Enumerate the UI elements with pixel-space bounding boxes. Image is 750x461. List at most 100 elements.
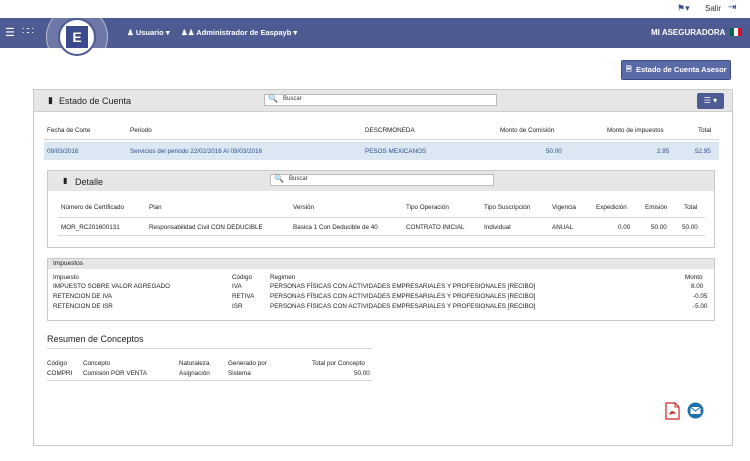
estado-cuenta-header: ▮ Estado de Cuenta 🔍 Buscar ☰ ▾ xyxy=(34,90,732,112)
cell-total: 50.00 xyxy=(682,224,698,231)
col-total[interactable]: Total xyxy=(698,127,711,134)
grid-icon[interactable]: ∷∷ xyxy=(22,26,34,37)
cell-regimen: PERSONAS FÍSICAS CON ACTIVIDADES EMPRESA… xyxy=(270,293,536,300)
cell-certificado: MOR_RC201600131 xyxy=(61,224,120,231)
cell-vigencia: ANUAL xyxy=(552,224,573,231)
cell-impuesto: IMPUESTO SOBRE VALOR AGREGADO xyxy=(53,283,170,290)
impuestos-header: Impuestos xyxy=(48,259,714,269)
col-codigo: Código xyxy=(232,274,252,281)
cell-monto: -5.00 xyxy=(693,303,708,310)
col-codigo: Código xyxy=(47,360,67,367)
estado-cuenta-panel: ▮ Estado de Cuenta 🔍 Buscar ☰ ▾ Fecha de… xyxy=(33,89,733,446)
top-bar: ⚑▾ Salir ⇥ xyxy=(0,0,750,18)
cell-regimen: PERSONAS FÍSICAS CON ACTIVIDADES EMPRESA… xyxy=(270,303,536,310)
cell-plan: Responsabilidad Civil CON DEDUCIBLE xyxy=(149,224,263,231)
cell-concepto: Comisión POR VENTA xyxy=(83,370,147,377)
cell-version: Basica 1 Con Deducible de 40 xyxy=(293,224,378,231)
cell-impuesto: RETENCION DE IVA xyxy=(53,293,113,300)
col-periodo[interactable]: Periodo xyxy=(130,127,152,134)
col-expedicion[interactable]: Expedición xyxy=(596,204,627,211)
company-name: MI ASEGURADORA xyxy=(651,28,726,37)
col-plan[interactable]: Plan xyxy=(149,204,162,211)
chart-icon: ▮ xyxy=(63,176,68,185)
col-concepto: Concepto xyxy=(83,360,110,367)
detalle-title: Detalle xyxy=(75,177,104,187)
resumen-title: Resumen de Conceptos xyxy=(47,334,144,344)
col-monto-comision[interactable]: Monto de Comisión xyxy=(500,127,554,134)
detalle-header: ▮ Detalle 🔍 Buscar xyxy=(48,171,714,191)
detalle-search-placeholder: Buscar xyxy=(289,176,308,182)
admin-menu-label: Administrador de Easpayb xyxy=(196,28,292,37)
user-menu-label: Usuario xyxy=(135,28,164,37)
company-logo[interactable]: E xyxy=(66,26,88,48)
logout-icon[interactable]: ⇥ xyxy=(728,2,736,13)
cell-codigo: IVA xyxy=(232,283,242,290)
cell-periodo: Servicios del periodo 22/02/2016 Al 09/0… xyxy=(130,148,262,155)
estado-cuenta-title: Estado de Cuenta xyxy=(59,96,132,106)
options-menu-button[interactable]: ☰ ▾ xyxy=(697,93,724,109)
cell-generado-por: Sistema xyxy=(228,370,251,377)
cell-codigo: ISR xyxy=(232,303,243,310)
divider xyxy=(58,235,705,236)
estado-cuenta-asesor-button[interactable]: 🗎 Estado de Cuenta Asesor xyxy=(621,60,731,80)
logout-link[interactable]: Salir xyxy=(705,4,721,13)
admin-menu[interactable]: ♟♟ Administrador de Easpayb ▾ xyxy=(181,28,297,37)
divider xyxy=(58,217,705,218)
chart-icon: ▮ xyxy=(48,95,53,105)
pdf-icon[interactable] xyxy=(665,402,680,420)
cell-codigo: RETIVA xyxy=(232,293,255,300)
cell-naturaleza: Asignación xyxy=(179,370,210,377)
detalle-panel: ▮ Detalle 🔍 Buscar Número de Certificado… xyxy=(47,170,715,248)
col-total[interactable]: Total xyxy=(684,204,697,211)
impuestos-title: Impuestos xyxy=(53,260,83,267)
col-impuesto: Impuesto xyxy=(53,274,79,281)
cell-impuestos: 2.95 xyxy=(657,148,670,155)
cell-total: 52.95 xyxy=(695,148,711,155)
impuestos-panel: Impuestos Impuesto Código Regimen Monto … xyxy=(47,258,715,321)
col-generado-por: Generado por xyxy=(228,360,267,367)
cell-comision: 50.00 xyxy=(546,148,562,155)
cell-expedicion: 0.00 xyxy=(618,224,631,231)
cuenta-search-input[interactable]: 🔍 Buscar xyxy=(264,94,497,106)
cell-regimen: PERSONAS FÍSICAS CON ACTIVIDADES EMPRESA… xyxy=(270,283,536,290)
col-descrmoneda[interactable]: DESCRMONEDA xyxy=(365,127,415,134)
col-total-concepto: Total por Concepto xyxy=(312,360,365,367)
cell-codigo: COMPRI xyxy=(47,370,73,377)
col-fecha-corte[interactable]: Fecha de Corte xyxy=(47,127,90,134)
cell-tipo-suscripcion: Individual xyxy=(484,224,511,231)
col-naturaleza: Naturaleza xyxy=(179,360,210,367)
search-icon: 🔍 xyxy=(268,94,278,103)
cuenta-search-placeholder: Buscar xyxy=(283,96,302,102)
cell-monto: 8.00 xyxy=(691,283,704,290)
detalle-search-input[interactable]: 🔍 Buscar xyxy=(270,174,494,186)
col-emision[interactable]: Emisión xyxy=(645,204,667,211)
divider xyxy=(47,348,372,349)
user-menu[interactable]: ♟ Usuario ▾ xyxy=(127,28,170,37)
email-icon[interactable] xyxy=(687,402,704,419)
cell-emision: 50.00 xyxy=(651,224,667,231)
table-row[interactable]: 09/03/2016 Servicios del periodo 22/02/2… xyxy=(44,142,719,160)
col-monto: Monto xyxy=(685,274,703,281)
cell-total-concepto: 50.00 xyxy=(354,370,370,377)
estado-cuenta-asesor-label: Estado de Cuenta Asesor xyxy=(636,65,727,74)
hamburger-icon[interactable]: ☰ xyxy=(5,26,15,39)
col-tipo-suscripcion[interactable]: Tipo Suscripción xyxy=(484,204,530,211)
cell-tipo-operacion: CONTRATO INICIAL xyxy=(406,224,465,231)
search-icon: 🔍 xyxy=(274,174,284,183)
col-vigencia[interactable]: Vigencia xyxy=(552,204,576,211)
col-version[interactable]: Versión xyxy=(293,204,314,211)
cell-monto: -0.05 xyxy=(693,293,708,300)
cell-moneda: PESOS MEXICANOS xyxy=(365,148,427,155)
col-tipo-operacion[interactable]: Tipo Operación xyxy=(406,204,449,211)
col-regimen: Regimen xyxy=(270,274,296,281)
cell-fecha: 09/03/2016 xyxy=(47,148,79,155)
divider xyxy=(44,139,719,140)
cell-impuesto: RETENCION DE ISR xyxy=(53,303,113,310)
document-icon: 🗎 xyxy=(626,66,632,73)
flag-icon[interactable]: ⚑▾ xyxy=(677,3,690,14)
navbar: ☰ ∷∷ ♟ Usuario ▾ ♟♟ Administrador de Eas… xyxy=(0,18,750,48)
divider xyxy=(47,380,372,381)
mexico-flag-icon xyxy=(730,28,742,36)
col-monto-impuestos[interactable]: Monto de impuestos xyxy=(607,127,664,134)
col-certificado[interactable]: Número de Certificado xyxy=(61,204,124,211)
